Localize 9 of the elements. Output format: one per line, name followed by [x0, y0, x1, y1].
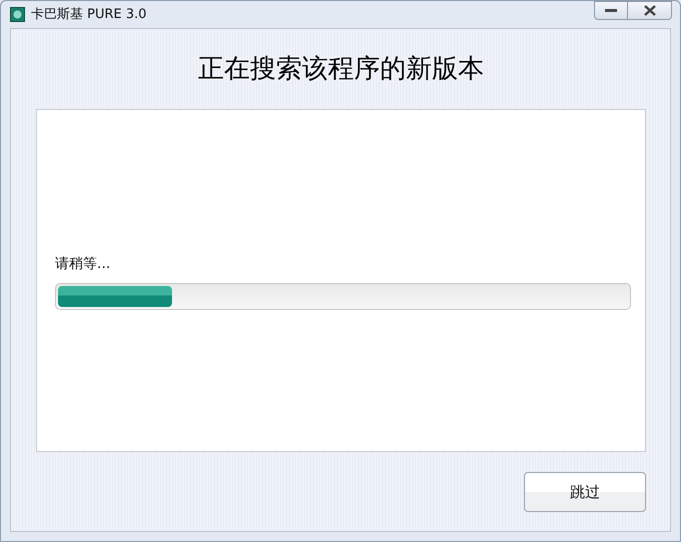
minimize-button[interactable]	[594, 1, 628, 20]
window-title: 卡巴斯基 PURE 3.0	[31, 6, 147, 24]
minimize-icon	[605, 9, 617, 12]
close-button[interactable]	[628, 1, 672, 20]
status-text: 请稍等...	[55, 255, 110, 274]
heading: 正在搜索该程序的新版本	[197, 53, 485, 86]
skip-button[interactable]: 跳过	[524, 472, 646, 512]
app-icon	[10, 7, 25, 22]
close-icon	[644, 5, 656, 16]
